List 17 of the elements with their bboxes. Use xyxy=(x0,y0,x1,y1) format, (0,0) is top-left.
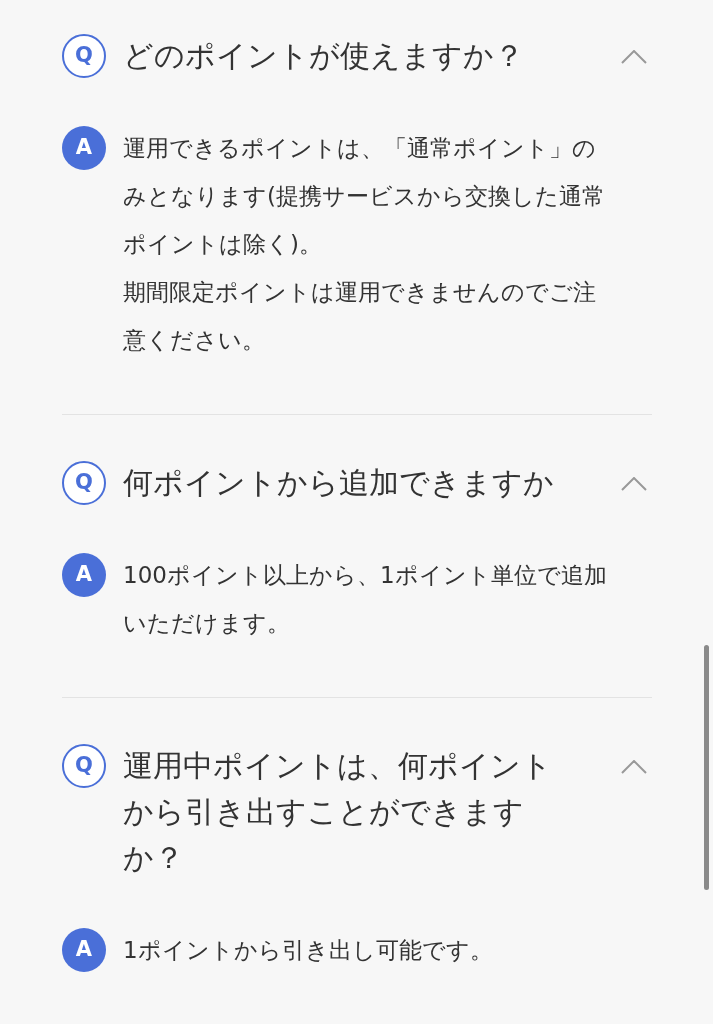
chevron-up-icon[interactable] xyxy=(621,760,647,774)
answer-text: 100ポイント以上から、1ポイント単位で追加いただけます。 xyxy=(123,561,608,638)
answer-text: 期間限定ポイントは運用できませんのでご注意ください。 xyxy=(123,278,597,355)
chevron-up-icon[interactable] xyxy=(621,50,647,64)
answer-badge: A xyxy=(62,928,106,972)
question-badge: Q xyxy=(62,34,106,78)
question-text: 何ポイントから追加できますか xyxy=(123,464,555,502)
question-badge: Q xyxy=(62,461,106,505)
question-text: どのポイントが使えますか？ xyxy=(123,37,525,75)
question-badge: Q xyxy=(62,744,106,788)
scrollbar[interactable] xyxy=(704,645,709,890)
answer-text: 運用できるポイントは、「通常ポイント」のみとなります(提携サービスから交換した通常ポイントは除く)。 xyxy=(123,134,606,259)
answer-badge: A xyxy=(62,126,106,170)
answer-badge: A xyxy=(62,553,106,597)
question-text: 運用中ポイントは、何ポイントから引き出すことができますか？ xyxy=(123,747,553,877)
answer-text: 1ポイントから引き出し可能です。 xyxy=(123,936,494,965)
chevron-up-icon[interactable] xyxy=(621,477,647,491)
